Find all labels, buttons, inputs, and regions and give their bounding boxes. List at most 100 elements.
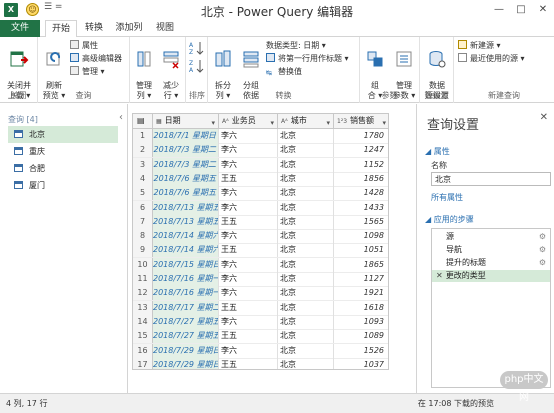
sales-cell[interactable]: 1565 [334,215,388,229]
sales-cell[interactable]: 1247 [334,143,388,157]
sales-cell[interactable]: 1093 [334,315,388,329]
filter-dropdown-icon[interactable]: ▾ [326,116,330,130]
reduce-rows-button[interactable]: 减少 行 ▾ [158,39,184,101]
city-cell[interactable]: 北京 [278,329,334,344]
table-row[interactable]: 3 2018/7/3 星期二 李六 北京 1152 [133,157,388,173]
select-all-table-icon[interactable]: ▤ [133,114,153,129]
column-header-city[interactable]: Aᴬ 城市 ▾ [278,114,334,129]
recent-sources-button[interactable]: 最近使用的源 ▾ [458,53,525,65]
city-cell[interactable]: 北京 [278,229,334,244]
table-row[interactable]: 16 2018/7/29 星期日 李六 北京 1526 [133,343,388,359]
collapse-queries-icon[interactable]: ‹ [119,112,123,123]
column-header-sales[interactable]: 1²3 销售额 ▾ [334,114,388,130]
sales-cell[interactable]: 1089 [334,329,388,343]
salesperson-cell[interactable]: 王五 [219,243,278,258]
gear-icon[interactable]: ⚙ [539,244,546,256]
query-item-chongqing[interactable]: 重庆 [8,143,118,160]
gear-icon[interactable]: ⚙ [539,257,546,269]
salesperson-cell[interactable]: 李六 [219,157,278,172]
date-cell[interactable]: 2018/7/27 星期五 [153,314,219,329]
manage-columns-button[interactable]: 管理 列 ▾ [132,39,156,101]
sales-cell[interactable]: 1152 [334,158,388,172]
maximize-button[interactable]: □ [510,0,532,20]
table-row[interactable]: 13 2018/7/17 星期二 王五 北京 1618 [133,300,388,316]
all-properties-link[interactable]: 所有属性 [431,192,463,203]
sales-cell[interactable]: 1618 [334,301,388,315]
replace-values-button[interactable]: ↹ 替换值 [266,66,302,78]
advanced-editor-button[interactable]: 高级编辑器 [70,53,122,65]
city-cell[interactable]: 北京 [278,243,334,258]
tab-transform[interactable]: 转换 [79,20,109,37]
city-cell[interactable]: 北京 [278,200,334,215]
minimize-button[interactable]: — [488,0,510,20]
tab-home[interactable]: 开始 [45,20,77,38]
sales-cell[interactable]: 1526 [334,344,388,358]
close-settings-icon[interactable]: ✕ [540,112,548,123]
sales-cell[interactable]: 1127 [334,272,388,286]
sales-cell[interactable]: 1428 [334,186,388,200]
table-row[interactable]: 10 2018/7/15 星期日 李六 北京 1865 [133,257,388,273]
filter-dropdown-icon[interactable]: ▾ [382,116,386,130]
tab-add-column[interactable]: 添加列 [111,20,147,37]
date-cell[interactable]: 2018/7/14 星期六 [153,229,219,244]
salesperson-cell[interactable]: 王五 [219,357,278,369]
date-cell[interactable]: 2018/7/16 星期一 [153,272,219,286]
column-header-date[interactable]: ▦ 日期 ▾ [153,114,219,129]
query-name-field[interactable] [431,172,551,186]
date-cell[interactable]: 2018/7/15 星期日 [153,257,219,272]
city-cell[interactable]: 北京 [278,314,334,329]
gear-icon[interactable]: ⚙ [539,231,546,243]
date-cell[interactable]: 2018/7/16 星期一 [153,286,219,301]
sales-cell[interactable]: 1921 [334,286,388,300]
sales-cell[interactable]: 1856 [334,172,388,186]
table-row[interactable]: 2 2018/7/3 星期二 李六 北京 1247 [133,143,388,159]
sales-cell[interactable]: 1433 [334,201,388,215]
city-cell[interactable]: 北京 [278,300,334,315]
city-cell[interactable]: 北京 [278,343,334,358]
date-cell[interactable]: 2018/7/13 星期五 [153,214,219,229]
date-cell[interactable]: 2018/7/14 星期六 [153,243,219,258]
city-cell[interactable]: 北京 [278,129,334,143]
step-promoted-headers[interactable]: 提升的标题 ⚙ [432,257,550,269]
sales-cell[interactable]: 1098 [334,229,388,243]
use-first-row-headers-button[interactable]: 将第一行用作标题 ▾ [266,53,349,65]
sales-cell[interactable]: 1865 [334,258,388,272]
salesperson-cell[interactable]: 李六 [219,229,278,244]
salesperson-cell[interactable]: 李六 [219,257,278,272]
column-header-salesperson[interactable]: Aᴬ 业务员 ▾ [219,114,278,129]
salesperson-cell[interactable]: 李六 [219,200,278,215]
table-row[interactable]: 4 2018/7/6 星期五 王五 北京 1856 [133,171,388,187]
salesperson-cell[interactable]: 王五 [219,214,278,229]
table-row[interactable]: 8 2018/7/14 星期六 李六 北京 1098 [133,229,388,245]
date-cell[interactable]: 2018/7/3 星期二 [153,143,219,158]
table-row[interactable]: 11 2018/7/16 星期一 李六 北京 1127 [133,272,388,287]
text-type-icon[interactable]: Aᴬ [222,118,229,125]
new-source-button[interactable]: 新建源 ▾ [458,40,501,52]
table-row[interactable]: 12 2018/7/16 星期一 李六 北京 1921 [133,286,388,302]
sort-ascending-icon[interactable]: AZ [189,41,205,55]
city-cell[interactable]: 北京 [278,143,334,158]
date-cell[interactable]: 2018/7/6 星期五 [153,186,219,201]
manage-query-button[interactable]: 管理 ▾ [70,66,105,78]
tab-file[interactable]: 文件 [0,20,40,37]
table-row[interactable]: 14 2018/7/27 星期五 李六 北京 1093 [133,314,388,330]
filter-dropdown-icon[interactable]: ▾ [270,116,274,130]
step-source[interactable]: 源 ⚙ [432,231,550,243]
city-cell[interactable]: 北京 [278,171,334,186]
salesperson-cell[interactable]: 李六 [219,143,278,158]
date-cell[interactable]: 2018/7/1 星期日 [153,129,219,143]
query-item-xiamen[interactable]: 厦门 [8,177,118,194]
date-cell[interactable]: 2018/7/6 星期五 [153,171,219,186]
filter-dropdown-icon[interactable]: ▾ [211,116,215,130]
tab-view[interactable]: 视图 [150,20,180,37]
city-cell[interactable]: 北京 [278,272,334,286]
date-cell[interactable]: 2018/7/27 星期五 [153,329,219,344]
query-item-hefei[interactable]: 合肥 [8,160,118,177]
salesperson-cell[interactable]: 王五 [219,300,278,315]
city-cell[interactable]: 北京 [278,186,334,201]
city-cell[interactable]: 北京 [278,357,334,369]
salesperson-cell[interactable]: 王五 [219,329,278,344]
properties-section-header[interactable]: ◢ 属性 [425,146,450,157]
step-changed-type[interactable]: ✕ 更改的类型 [432,270,550,282]
salesperson-cell[interactable]: 李六 [219,186,278,201]
